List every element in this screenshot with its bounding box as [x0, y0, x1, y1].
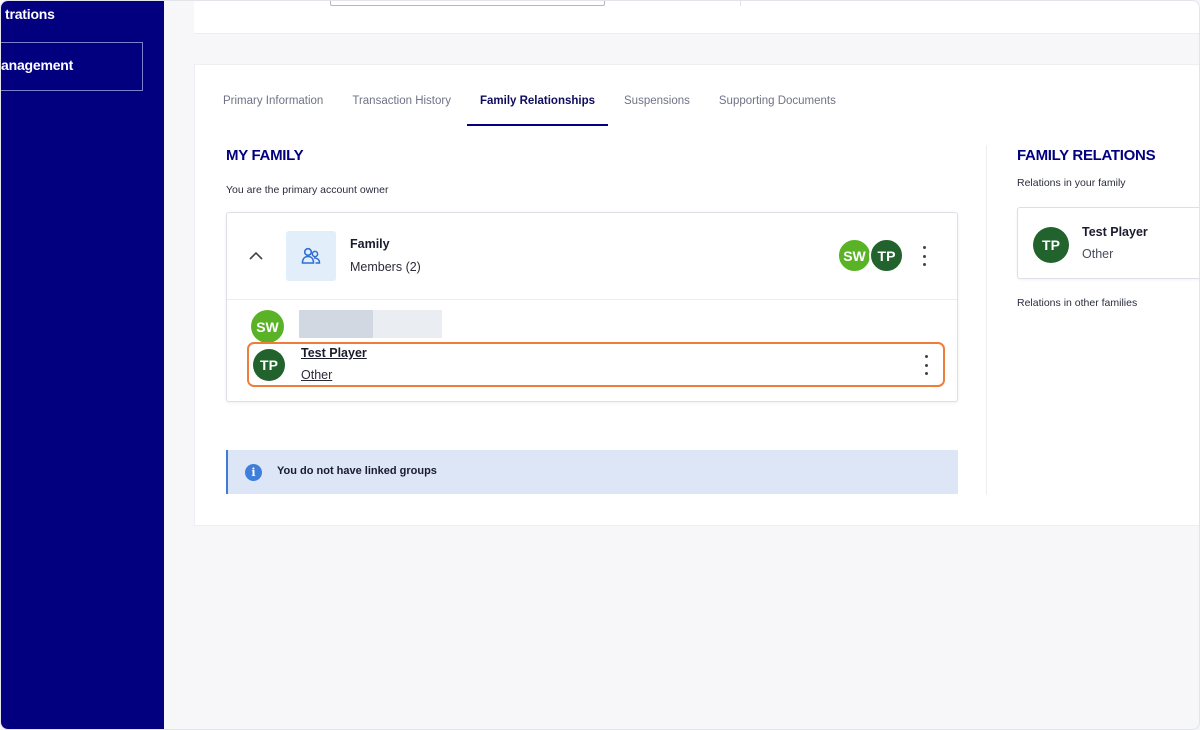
tab-bar: Primary Information Transaction History …	[223, 92, 865, 126]
main-card: Primary Information Transaction History …	[194, 64, 1199, 526]
info-icon: i	[245, 464, 262, 481]
name-placeholder	[299, 310, 373, 338]
name-placeholder	[373, 310, 442, 338]
tab-supporting-documents[interactable]: Supporting Documents	[719, 92, 836, 126]
member-relation-link[interactable]: Other	[301, 368, 332, 382]
avatar: TP	[253, 349, 285, 381]
family-group-card: Family Members (2) SW TP SW TP Test Play…	[226, 212, 958, 402]
relation-type: Other	[1082, 247, 1114, 261]
top-card	[194, 1, 1199, 34]
app-frame: trations anagement Primary Information T…	[0, 0, 1200, 730]
my-family-subtitle: You are the primary account owner	[226, 184, 389, 196]
avatar: TP	[869, 238, 904, 273]
list-item[interactable]: SW	[227, 300, 957, 343]
my-family-title: MY FAMILY	[226, 147, 304, 164]
relations-other-families-label: Relations in other families	[1017, 297, 1138, 309]
info-message: You do not have linked groups	[277, 465, 437, 477]
tab-primary-information[interactable]: Primary Information	[223, 92, 323, 126]
chevron-up-icon[interactable]	[247, 247, 265, 265]
tab-transaction-history[interactable]: Transaction History	[352, 92, 451, 126]
relations-in-family-label: Relations in your family	[1017, 177, 1126, 189]
avatar: TP	[1033, 227, 1069, 263]
family-group-icon	[286, 231, 336, 281]
top-input-field[interactable]	[330, 1, 605, 6]
relation-name: Test Player	[1082, 225, 1148, 239]
sidebar-item-management[interactable]: anagement	[1, 42, 143, 91]
sidebar: trations anagement	[1, 1, 164, 729]
more-options-icon[interactable]	[919, 246, 929, 266]
family-group-header: Family Members (2) SW TP	[227, 213, 957, 300]
sidebar-item-registrations[interactable]: trations	[5, 6, 55, 22]
family-relations-title: FAMILY RELATIONS	[1017, 147, 1156, 164]
member-name-link[interactable]: Test Player	[301, 346, 367, 360]
relation-card[interactable]: TP Test Player Other	[1017, 207, 1199, 279]
avatar: SW	[837, 238, 872, 273]
avatar: SW	[251, 310, 284, 343]
more-options-icon[interactable]	[921, 355, 931, 375]
family-members-count: Members (2)	[350, 260, 421, 274]
tab-family-relationships[interactable]: Family Relationships	[466, 92, 609, 126]
list-item[interactable]: TP Test Player Other	[247, 342, 945, 387]
family-group-name: Family	[350, 237, 390, 251]
divider	[986, 145, 987, 495]
info-banner: i You do not have linked groups	[226, 450, 958, 494]
tab-suspensions[interactable]: Suspensions	[624, 92, 690, 126]
divider	[740, 1, 741, 6]
